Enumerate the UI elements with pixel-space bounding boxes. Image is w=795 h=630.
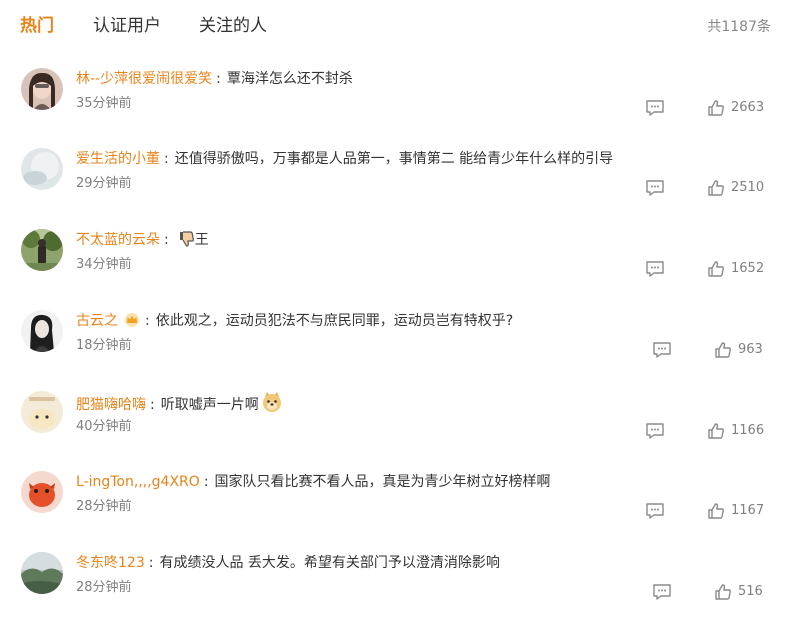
colon-separator: : [164, 151, 169, 167]
comment-time: 40分钟前 [76, 419, 132, 434]
comment-time: 35分钟前 [76, 96, 132, 111]
comment-username[interactable]: 林--少萍很爱闹很爱笑 [76, 71, 212, 87]
thumbs-up-icon [708, 180, 724, 196]
tab-following[interactable]: 关注的人 [199, 14, 267, 38]
avatar[interactable] [21, 471, 63, 513]
like-button[interactable]: 2510 [707, 178, 764, 198]
comment-username[interactable]: 古云之 [76, 313, 118, 329]
like-button[interactable]: 1167 [707, 501, 764, 521]
thumbs-up-icon [708, 423, 724, 439]
comment-username[interactable]: 冬东咚123 [76, 555, 145, 571]
reply-icon[interactable] [645, 422, 665, 440]
avatar[interactable] [21, 68, 63, 110]
comment-username[interactable]: L-ingTon,,,,g4XRO [76, 474, 200, 490]
comment-text: 王 [194, 232, 209, 248]
like-button[interactable]: 516 [714, 582, 763, 602]
comment-text: 覃海洋怎么还不封杀 [226, 71, 353, 87]
like-count: 2663 [731, 100, 765, 115]
avatar[interactable] [21, 391, 63, 433]
comment-username[interactable]: 不太蓝的云朵 [76, 232, 160, 248]
thumbs-up-icon [708, 503, 724, 519]
reply-icon[interactable] [645, 179, 665, 197]
tab-verified-users[interactable]: 认证用户 [93, 14, 161, 38]
comment-time: 28分钟前 [76, 580, 132, 595]
colon-separator: : [150, 397, 155, 413]
thumbs-up-icon [715, 584, 731, 600]
reply-icon[interactable] [645, 502, 665, 520]
comment-item: 肥猫嗨哈嗨: 听取嘘声一片啊 40分钟前 1166 [0, 391, 795, 471]
comment-text: 有成绩没人品 丢大发。希望有关部门予以澄清消除影响 [159, 555, 500, 571]
colon-separator: : [216, 71, 221, 87]
comment-username[interactable]: 爱生活的小董 [76, 151, 160, 167]
colon-separator: : [164, 232, 169, 248]
comment-time: 18分钟前 [76, 338, 132, 353]
avatar[interactable] [21, 310, 63, 352]
tab-hot[interactable]: 热门 [20, 14, 54, 38]
comment-text: 听取嘘声一片啊 [160, 397, 259, 413]
avatar[interactable] [21, 148, 63, 190]
like-count: 1167 [731, 503, 765, 518]
comment-line: 爱生活的小董: 还值得骄傲吗，万事都是人品第一，事情第二 能给青少年什么样的引导 [76, 148, 613, 170]
total-count: 共1187条 [707, 19, 771, 35]
thumbs-up-icon [708, 261, 724, 277]
reply-icon[interactable] [652, 341, 672, 359]
comment-item: 冬东咚123: 有成绩没人品 丢大发。希望有关部门予以澄清消除影响 28分钟前 5… [0, 552, 795, 630]
comment-line: 林--少萍很爱闹很爱笑: 覃海洋怎么还不封杀 [76, 68, 353, 90]
like-count: 2510 [731, 180, 765, 195]
like-count: 1166 [731, 423, 765, 438]
comment-text: 还值得骄傲吗，万事都是人品第一，事情第二 能给青少年什么样的引导 [174, 151, 614, 167]
comment-text: 国家队只看比赛不看人品，真是为青少年树立好榜样啊 [214, 474, 551, 490]
thumbs-down-emoji-icon [177, 230, 195, 255]
comment-line: 古云之: 依此观之，运动员犯法不与庶民同罪，运动员岂有特权乎? [76, 310, 513, 332]
comment-time: 34分钟前 [76, 257, 132, 272]
comment-tabs: 热门 认证用户 关注的人 共1187条 [0, 0, 795, 56]
like-button[interactable]: 1652 [707, 259, 764, 279]
comment-text: 依此观之，运动员犯法不与庶民同罪，运动员岂有特权乎? [155, 313, 514, 329]
like-count: 1652 [731, 261, 765, 276]
comment-time: 29分钟前 [76, 176, 132, 191]
like-button[interactable]: 1166 [707, 421, 764, 441]
comment-item: 林--少萍很爱闹很爱笑: 覃海洋怎么还不封杀 35分钟前 2663 [0, 68, 795, 148]
like-button[interactable]: 963 [714, 340, 763, 360]
comment-item: 爱生活的小董: 还值得骄傲吗，万事都是人品第一，事情第二 能给青少年什么样的引导 … [0, 148, 795, 228]
comment-panel: 热门 认证用户 关注的人 共1187条 林--少萍很爱闹很爱笑: 覃海洋怎么还不封… [0, 0, 795, 630]
doge-emoji-icon [261, 391, 283, 420]
avatar[interactable] [21, 229, 63, 271]
colon-separator: : [148, 555, 154, 571]
colon-separator: : [203, 474, 209, 490]
reply-icon[interactable] [652, 583, 672, 601]
comment-item: 不太蓝的云朵: 王 34分钟前 1652 [0, 229, 795, 309]
thumbs-up-icon [708, 100, 724, 116]
reply-icon[interactable] [645, 99, 665, 117]
like-count: 963 [738, 342, 763, 357]
comment-line: 不太蓝的云朵: 王 [76, 229, 209, 251]
avatar[interactable] [21, 552, 63, 594]
comment-item: L-ingTon,,,,g4XRO: 国家队只看比赛不看人品，真是为青少年树立好榜… [0, 471, 795, 551]
comment-username[interactable]: 肥猫嗨哈嗨 [76, 397, 146, 413]
comment-item: 古云之: 依此观之，运动员犯法不与庶民同罪，运动员岂有特权乎? 18分钟前 963 [0, 310, 795, 390]
crown-badge-icon [123, 311, 141, 334]
comment-time: 28分钟前 [76, 499, 132, 514]
thumbs-up-icon [715, 342, 731, 358]
comment-line: 肥猫嗨哈嗨: 听取嘘声一片啊 [76, 391, 283, 413]
comment-line: L-ingTon,,,,g4XRO: 国家队只看比赛不看人品，真是为青少年树立好榜… [76, 471, 551, 493]
like-button[interactable]: 2663 [707, 98, 764, 118]
like-count: 516 [738, 584, 763, 599]
colon-separator: : [145, 313, 150, 329]
comment-line: 冬东咚123: 有成绩没人品 丢大发。希望有关部门予以澄清消除影响 [76, 552, 500, 574]
reply-icon[interactable] [645, 260, 665, 278]
